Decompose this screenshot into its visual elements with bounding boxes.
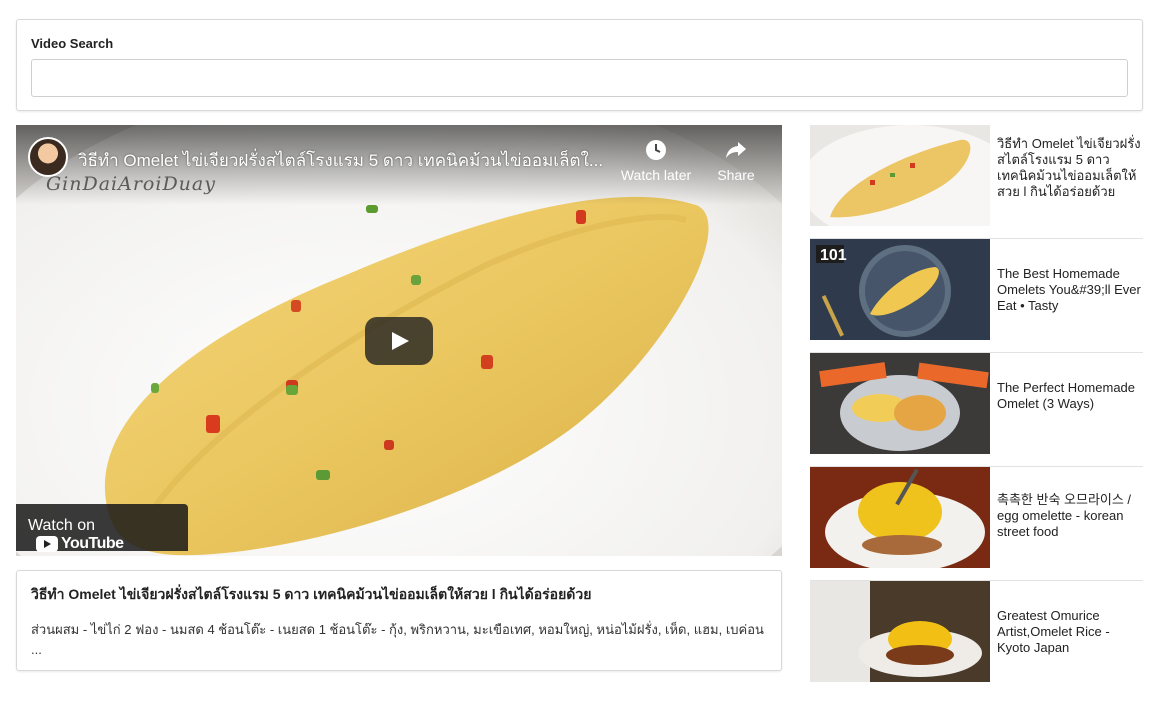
watch-later-button[interactable]: Watch later — [616, 137, 696, 183]
clock-icon — [646, 140, 666, 160]
video-search-card: Video Search — [16, 19, 1143, 111]
share-arrow-icon — [726, 142, 746, 158]
related-video-list: วิธีทำ Omelet ไข่เจียวฝรั่งสไตล์โรงแรม 5… — [810, 125, 1143, 695]
video-detail-title: วิธีทำ Omelet ไข่เจียวฝรั่งสไตล์โรงแรม 5… — [31, 586, 592, 602]
share-label: Share — [717, 167, 755, 183]
video-detail-description: ส่วนผสม - ไข่ไก่ 2 ฟอง - นมสด 4 ช้อนโต๊ะ… — [31, 622, 764, 657]
play-icon — [392, 332, 409, 350]
youtube-label: YouTube — [61, 535, 124, 552]
video-search-label: Video Search — [31, 36, 114, 51]
related-video-item[interactable]: Greatest Omurice Artist,Omelet Rice - Ky… — [810, 581, 1143, 695]
share-button[interactable]: Share — [696, 137, 776, 183]
watch-later-label: Watch later — [620, 167, 692, 183]
related-video-title[interactable]: The Perfect Homemade Omelet (3 Ways) — [997, 380, 1145, 412]
video-thumbnail[interactable]: 101 — [810, 239, 990, 340]
related-video-item[interactable]: 101 The Best Homemade Omelets You&#39;ll… — [810, 239, 1143, 353]
related-video-title[interactable]: 촉촉한 반숙 오므라이스 / egg omelette - korean str… — [997, 492, 1145, 540]
video-detail-card: วิธีทำ Omelet ไข่เจียวฝรั่งสไตล์โรงแรม 5… — [16, 570, 782, 671]
channel-avatar[interactable] — [28, 137, 68, 177]
thumbnail-label: 101 — [820, 247, 847, 264]
youtube-play-icon — [36, 536, 58, 552]
related-video-item[interactable]: วิธีทำ Omelet ไข่เจียวฝรั่งสไตล์โรงแรม 5… — [810, 125, 1143, 239]
youtube-logo: YouTube — [36, 535, 124, 553]
player-title[interactable]: วิธีทำ Omelet ไข่เจียวฝรั่งสไตล์โรงแรม 5… — [78, 147, 608, 174]
video-thumbnail[interactable] — [810, 125, 990, 226]
related-video-title[interactable]: Greatest Omurice Artist,Omelet Rice - Ky… — [997, 608, 1145, 656]
related-video-title[interactable]: The Best Homemade Omelets You&#39;ll Eve… — [997, 266, 1145, 314]
video-thumbnail[interactable] — [810, 467, 990, 568]
video-thumbnail[interactable] — [810, 353, 990, 454]
related-video-title[interactable]: วิธีทำ Omelet ไข่เจียวฝรั่งสไตล์โรงแรม 5… — [997, 136, 1145, 200]
related-video-item[interactable]: 촉촉한 반숙 오므라이스 / egg omelette - korean str… — [810, 467, 1143, 581]
video-thumbnail[interactable] — [810, 581, 990, 682]
video-search-input[interactable] — [31, 59, 1128, 97]
related-video-item[interactable]: The Perfect Homemade Omelet (3 Ways) — [810, 353, 1143, 467]
watch-on-youtube-button[interactable]: Watch on YouTube — [16, 504, 188, 553]
channel-watermark: GinDaiAroiDuay — [46, 173, 216, 195]
video-player[interactable]: GinDaiAroiDuay วิธีทำ Omelet ไข่เจียวฝรั… — [16, 125, 782, 556]
play-button[interactable] — [365, 317, 433, 365]
watch-on-label: Watch on — [28, 517, 95, 534]
